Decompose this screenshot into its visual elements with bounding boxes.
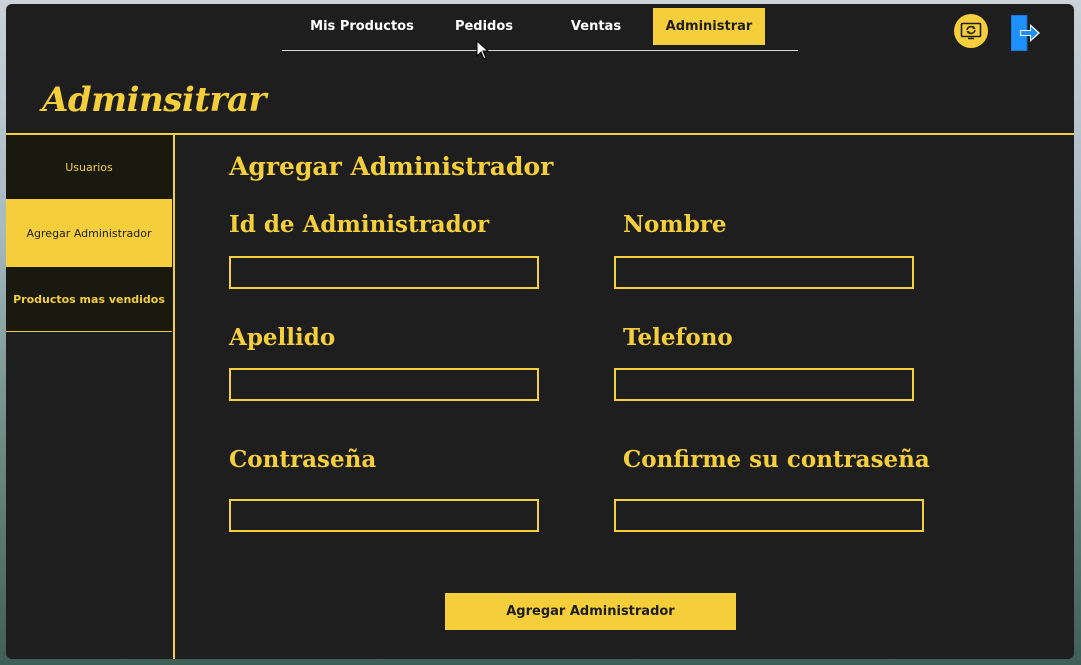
refresh-button[interactable] (954, 14, 988, 48)
confirmar-contrasena-label: Confirme su contraseña (623, 446, 930, 473)
sidebar-item-label: Productos mas vendidos (13, 292, 165, 306)
telefono-input[interactable] (614, 368, 914, 401)
app-window: Mis Productos Pedidos Ventas Administrar (6, 4, 1074, 659)
sidebar-item-usuarios[interactable]: Usuarios (6, 135, 172, 200)
contrasena-label: Contraseña (229, 446, 377, 473)
sidebar-item-label: Usuarios (65, 160, 113, 174)
sidebar-item-productos-mas-vendidos[interactable]: Productos mas vendidos (6, 267, 172, 332)
id-admin-label: Id de Administrador (229, 211, 490, 238)
nombre-label: Nombre (623, 211, 727, 238)
id-admin-input[interactable] (229, 256, 539, 289)
tab-ventas[interactable]: Ventas (552, 8, 640, 45)
refresh-icon (960, 22, 982, 40)
agregar-administrador-button[interactable]: Agregar Administrador (445, 593, 736, 630)
contrasena-input[interactable] (229, 499, 539, 532)
page-title: Adminsitrar (42, 80, 266, 120)
tab-administrar[interactable]: Administrar (653, 8, 765, 45)
top-navigation: Mis Productos Pedidos Ventas Administrar (6, 4, 1074, 60)
tab-pedidos[interactable]: Pedidos (438, 8, 530, 45)
nombre-input[interactable] (614, 256, 914, 289)
tab-mis-productos[interactable]: Mis Productos (306, 8, 418, 45)
form-title: Agregar Administrador (229, 152, 554, 181)
apellido-input[interactable] (229, 368, 539, 401)
sidebar-item-label: Agregar Administrador (26, 226, 152, 240)
sidebar: Usuarios Agregar Administrador Productos… (6, 135, 173, 332)
logout-icon (1010, 14, 1040, 52)
nav-underline (282, 50, 798, 51)
logout-button[interactable] (1010, 14, 1041, 52)
sidebar-divider (173, 135, 175, 659)
confirmar-contrasena-input[interactable] (614, 499, 924, 532)
sidebar-item-agregar-administrador[interactable]: Agregar Administrador (6, 200, 172, 267)
apellido-label: Apellido (229, 324, 336, 351)
telefono-label: Telefono (623, 324, 733, 351)
